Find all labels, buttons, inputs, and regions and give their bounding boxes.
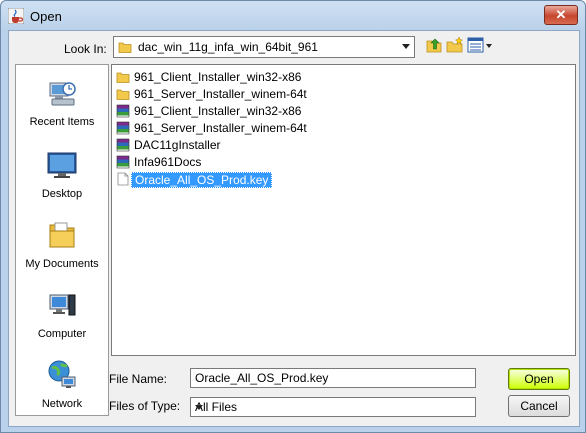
chevron-down-icon[interactable]: [402, 44, 410, 49]
place-desktop[interactable]: Desktop: [16, 149, 108, 200]
archive-icon: [116, 104, 130, 118]
file-name: 961_Client_Installer_win32-x86: [134, 70, 302, 84]
place-label: Network: [41, 398, 83, 410]
place-recent-items[interactable]: Recent Items: [16, 77, 108, 128]
open-dialog: Open ✕ Look In: dac_win_11g_infa_win_64b…: [0, 0, 586, 433]
place-label: Computer: [37, 328, 87, 340]
file-list[interactable]: 961_Client_Installer_win32-x86 961_Serve…: [111, 64, 576, 356]
archive-icon: [116, 121, 130, 135]
files-of-type-label: Files of Type:: [109, 399, 181, 413]
place-network[interactable]: Network: [16, 359, 108, 410]
window-title: Open: [30, 9, 62, 24]
file-name: 961_Client_Installer_win32-x86: [134, 104, 302, 118]
recent-items-icon: [49, 82, 76, 106]
dialog-body: Look In: dac_win_11g_infa_win_64bit_961: [8, 30, 580, 427]
place-label: Desktop: [41, 188, 83, 200]
archive-icon: [116, 155, 130, 169]
chevron-down-icon[interactable]: [195, 405, 203, 410]
place-my-documents[interactable]: My Documents: [16, 219, 108, 270]
folder-icon: [116, 89, 130, 100]
close-button[interactable]: ✕: [544, 5, 578, 25]
places-bar: Recent Items Desktop My Documents Comput…: [15, 64, 109, 416]
java-cup-icon: [8, 8, 24, 24]
up-one-level-icon[interactable]: [425, 36, 443, 54]
file-name: 961_Server_Installer_winem-64t: [134, 87, 307, 101]
folder-icon: [116, 72, 130, 83]
file-name: 961_Server_Installer_winem-64t: [134, 121, 307, 135]
create-new-folder-icon[interactable]: [446, 36, 464, 54]
look-in-label: Look In:: [64, 42, 107, 56]
look-in-combo[interactable]: dac_win_11g_infa_win_64bit_961: [113, 36, 415, 58]
file-name-input[interactable]: Oracle_All_OS_Prod.key: [190, 368, 476, 388]
computer-icon: [49, 294, 76, 316]
file-name: Oracle_All_OS_Prod.key: [131, 172, 273, 188]
archive-icon: [116, 138, 130, 152]
title-bar[interactable]: Open ✕: [1, 1, 585, 31]
file-name-label: File Name:: [109, 372, 168, 386]
files-of-type-combo[interactable]: All Files: [190, 397, 476, 417]
place-computer[interactable]: Computer: [16, 289, 108, 340]
open-button[interactable]: Open: [508, 368, 570, 390]
file-name: DAC11gInstaller: [134, 138, 221, 152]
close-icon: ✕: [555, 7, 567, 22]
cancel-button[interactable]: Cancel: [508, 395, 570, 417]
desktop-icon: [47, 152, 77, 178]
place-label: Recent Items: [29, 116, 95, 128]
place-label: My Documents: [25, 258, 99, 270]
file-name-value: Oracle_All_OS_Prod.key: [195, 371, 329, 385]
my-documents-icon: [49, 222, 75, 248]
look-in-value: dac_win_11g_infa_win_64bit_961: [138, 40, 318, 54]
document-icon: [117, 172, 129, 186]
view-menu-icon[interactable]: [467, 36, 493, 54]
folder-icon: [118, 42, 132, 53]
network-icon: [48, 360, 76, 388]
file-name: Infa961Docs: [134, 155, 202, 169]
